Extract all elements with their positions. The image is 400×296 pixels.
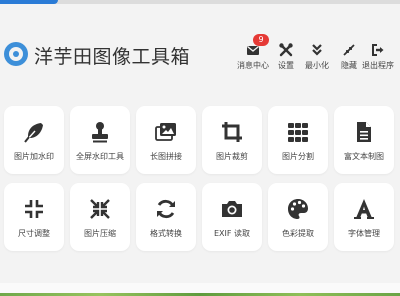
tool-label: 图片压缩: [84, 229, 116, 238]
crop-icon: [222, 122, 242, 142]
document-icon: [357, 122, 371, 142]
font-icon: [354, 199, 374, 219]
tool-card-color-extract[interactable]: 色彩提取: [268, 183, 328, 251]
tool-label: 图片分割: [282, 152, 314, 161]
tool-label: 色彩提取: [282, 229, 314, 238]
tool-card-crop[interactable]: 图片裁剪: [202, 106, 262, 174]
compress-arrows-icon: [90, 199, 110, 219]
tool-card-split[interactable]: 图片分割: [268, 106, 328, 174]
tool-card-fullscreen-watermark[interactable]: 全屏水印工具: [70, 106, 130, 174]
sync-icon: [157, 199, 175, 219]
tool-label: 全屏水印工具: [76, 152, 124, 161]
grid-icon: [288, 123, 308, 142]
app-title: 洋芋田图像工具箱: [34, 46, 191, 68]
compress-icon: [25, 200, 43, 218]
tool-label: 富文本制图: [344, 152, 384, 161]
tool-card-compress[interactable]: 图片压缩: [70, 183, 130, 251]
sign-out-icon: [372, 44, 384, 56]
tool-card-watermark[interactable]: 图片加水印: [4, 106, 64, 174]
images-icon: [155, 123, 176, 141]
tool-label: EXIF 读取: [213, 229, 251, 238]
palette-icon: [288, 199, 308, 219]
tool-card-exif[interactable]: EXIF 读取: [202, 183, 262, 251]
stamp-icon: [92, 122, 108, 143]
feather-icon: [24, 123, 43, 143]
tool-label: 尺寸调整: [18, 229, 50, 238]
exit-button[interactable]: 退出程序: [356, 42, 400, 71]
tool-card-rich-text[interactable]: 富文本制图: [334, 106, 394, 174]
tool-label: 图片裁剪: [216, 152, 248, 161]
tool-label: 格式转换: [150, 229, 182, 238]
window-bottom-edge: [0, 283, 400, 296]
tool-label: 图片加水印: [14, 152, 54, 161]
tool-card-format-convert[interactable]: 格式转换: [136, 183, 196, 251]
app-logo-icon: [4, 42, 28, 66]
tool-card-font-manage[interactable]: 字体管理: [334, 183, 394, 251]
tool-card-long-image-stitch[interactable]: 长图拼接: [136, 106, 196, 174]
camera-icon: [222, 201, 242, 217]
tool-label: 字体管理: [348, 229, 380, 238]
compress-arrows-icon: [343, 44, 355, 56]
double-chevron-down-icon: [312, 44, 322, 56]
tools-icon: [279, 43, 293, 57]
tool-card-resize[interactable]: 尺寸调整: [4, 183, 64, 251]
exit-label: 退出程序: [362, 61, 394, 70]
tool-label: 长图拼接: [150, 152, 182, 161]
